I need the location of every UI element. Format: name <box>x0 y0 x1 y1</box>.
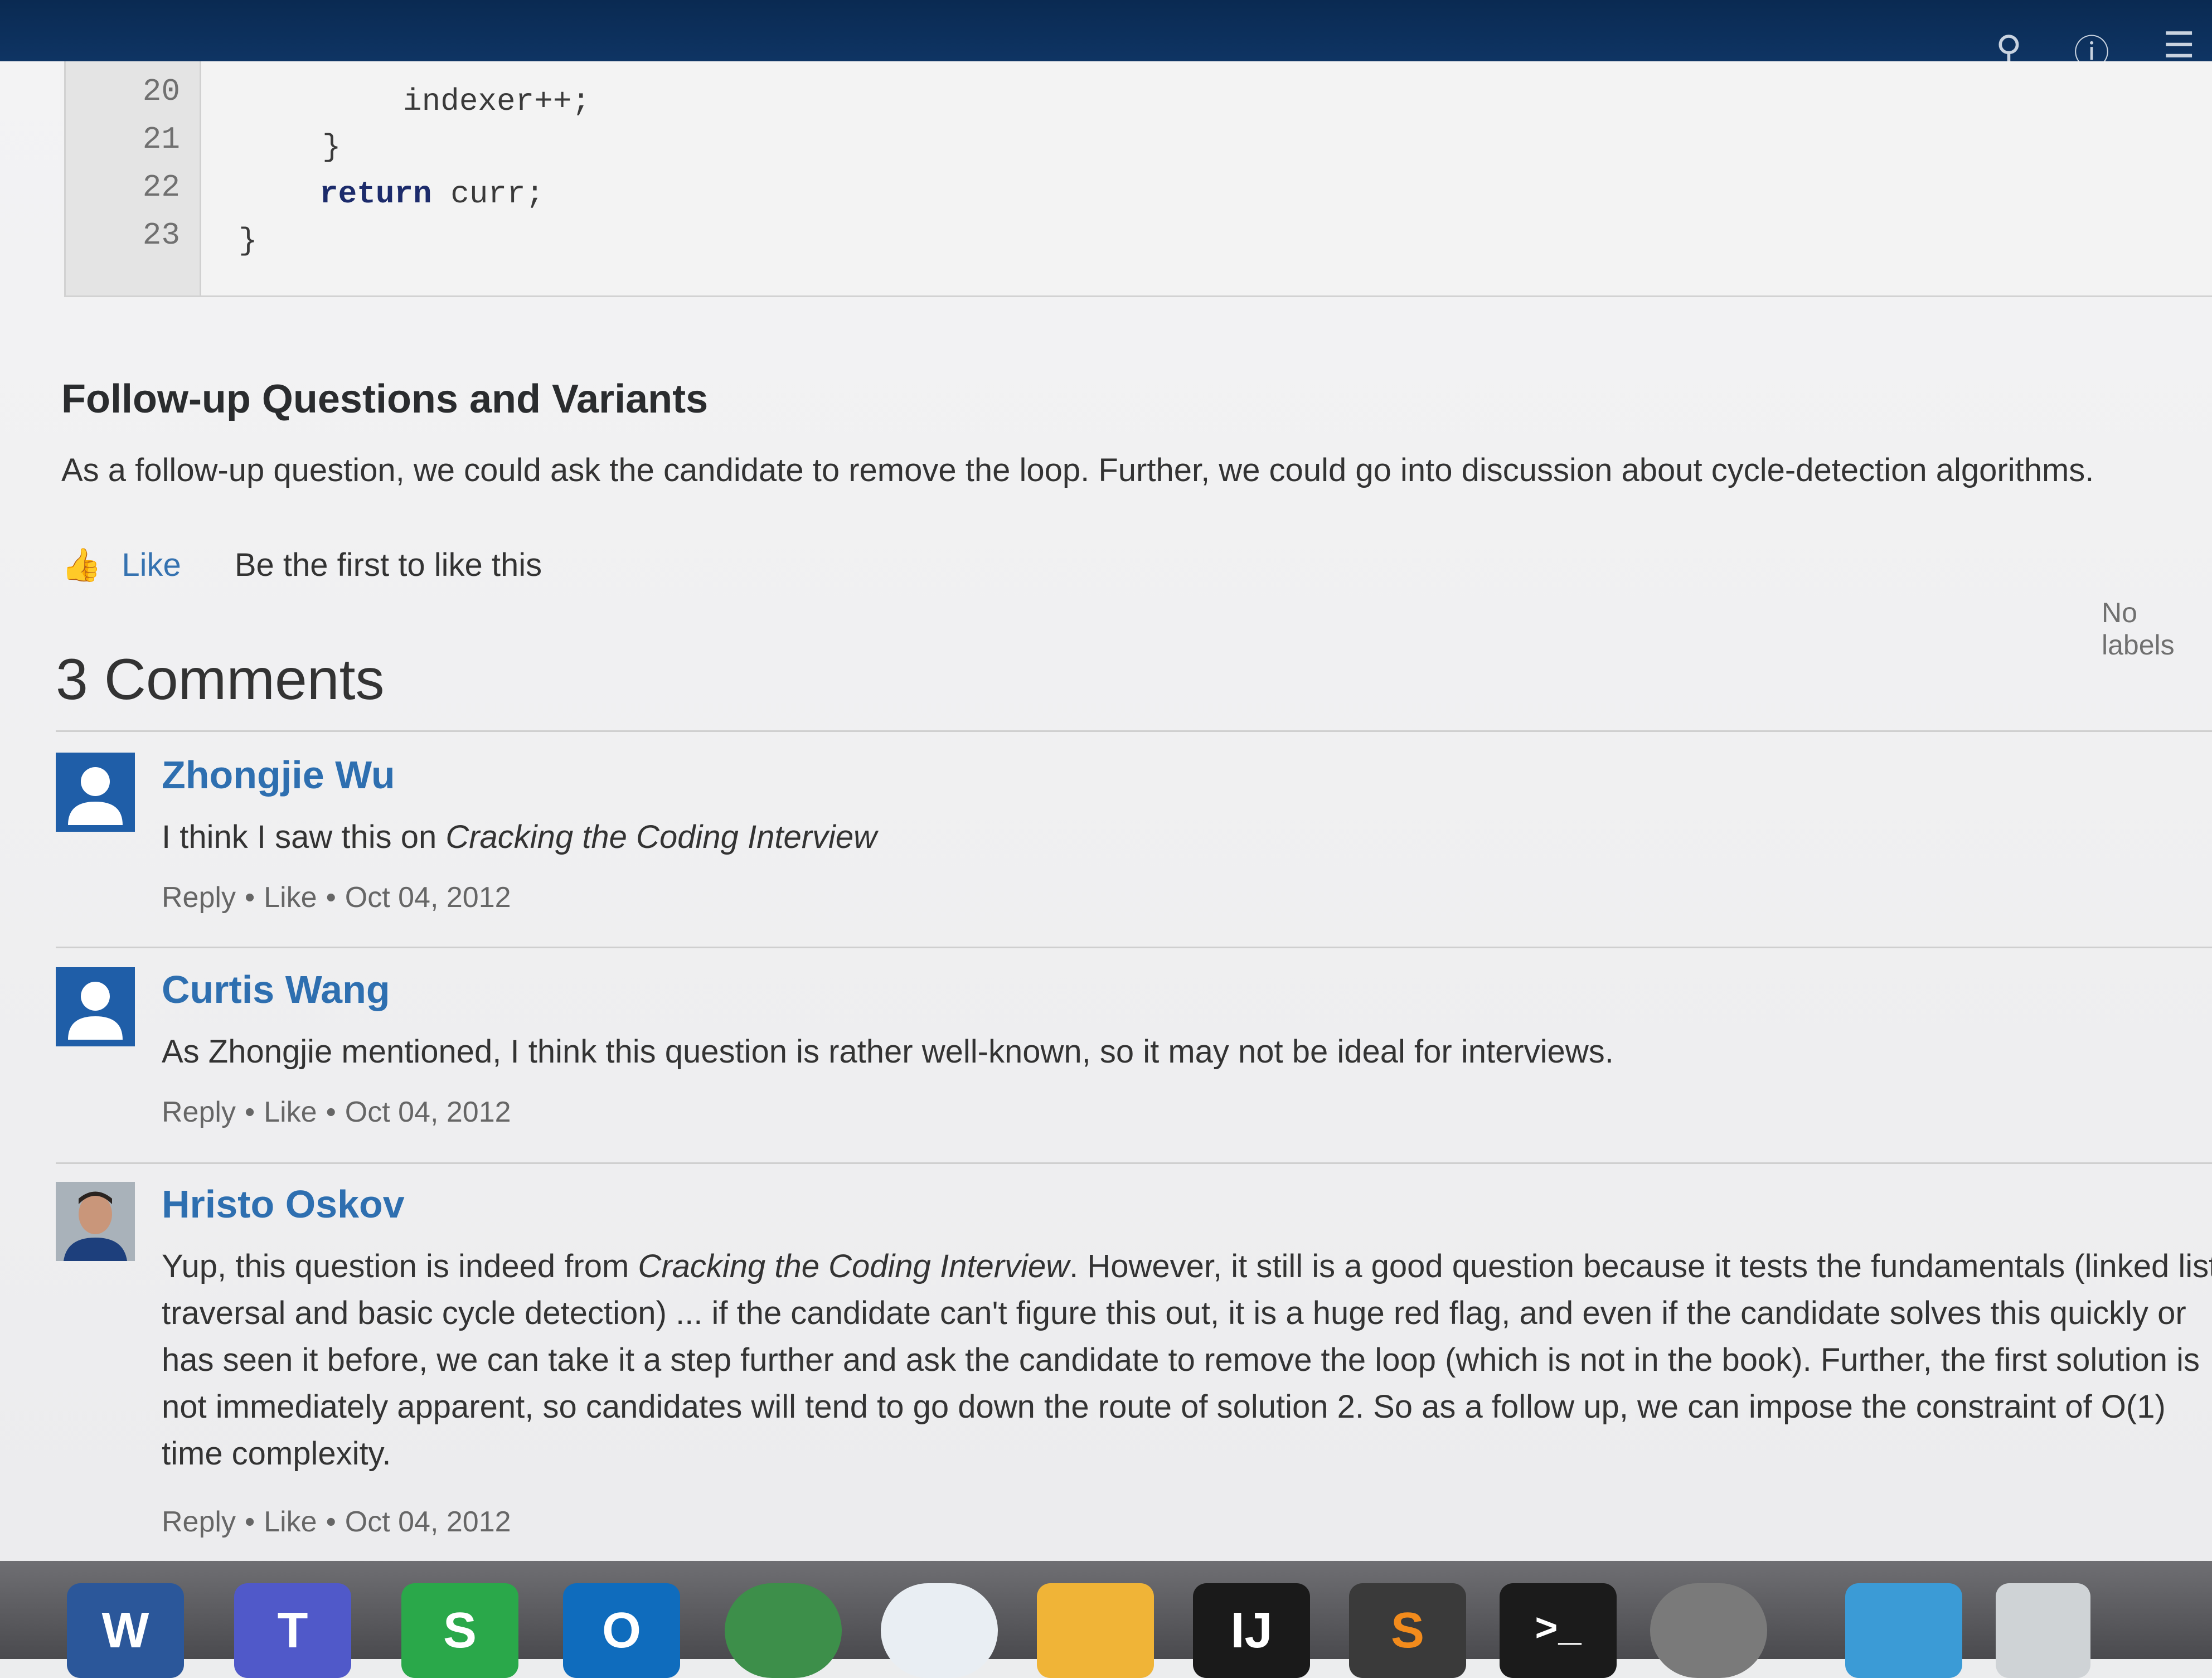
line-number: 20 <box>142 74 180 109</box>
divider <box>56 1162 2212 1164</box>
comment-item: Zhongjie Wu I think I saw this on Cracki… <box>56 753 2212 942</box>
launcher-icon[interactable] <box>1037 1583 1154 1678</box>
book-title: Cracking the Coding Interview <box>445 819 877 855</box>
page-like-link[interactable]: Like <box>122 547 181 583</box>
default-avatar-icon <box>56 967 135 1046</box>
outlook-icon[interactable]: O <box>563 1583 680 1678</box>
like-link[interactable]: Like <box>264 1506 317 1538</box>
comment-date: Oct 04, 2012 <box>345 1096 511 1128</box>
intellij-icon[interactable]: IJ <box>1193 1583 1310 1678</box>
code-line: } <box>239 223 258 259</box>
section-paragraph: As a follow-up question, we could ask th… <box>61 452 2094 488</box>
code-line: } <box>322 129 341 165</box>
comment-actions: Reply • Like • Oct 04, 2012 <box>162 1505 511 1539</box>
separator: • <box>244 1096 255 1128</box>
comment-actions: Reply • Like • Oct 04, 2012 <box>162 881 511 914</box>
comment-date: Oct 04, 2012 <box>345 1506 511 1538</box>
separator: • <box>326 1506 336 1538</box>
teams-icon[interactable]: T <box>234 1583 351 1678</box>
code-gutter: 20 21 22 23 <box>66 61 201 295</box>
airdrop-icon[interactable] <box>881 1583 998 1678</box>
sublime-icon[interactable]: S <box>1349 1583 1466 1678</box>
line-number: 22 <box>142 169 180 205</box>
divider <box>56 947 2212 948</box>
user-menu-icon[interactable]: ☰ <box>2163 25 2195 66</box>
comment-author[interactable]: Hristo Oskov <box>162 1182 405 1226</box>
skype-icon[interactable]: S <box>401 1583 518 1678</box>
comment-date: Oct 04, 2012 <box>345 881 511 914</box>
reply-link[interactable]: Reply <box>162 1506 236 1538</box>
comment-body: Yup, this question is indeed from Cracki… <box>162 1243 2212 1477</box>
labels-info: No labels <box>2102 597 2175 661</box>
avatar[interactable] <box>56 753 135 832</box>
default-avatar-icon <box>56 753 135 832</box>
separator: • <box>326 1096 336 1128</box>
comment-body: I think I saw this on Cracking the Codin… <box>162 814 2212 861</box>
like-link[interactable]: Like <box>264 1096 317 1128</box>
comments-heading: 3 Comments <box>56 647 385 712</box>
code-line-rest: curr; <box>431 176 545 212</box>
safari-icon[interactable] <box>725 1583 842 1678</box>
comment-text: As Zhongjie mentioned, I think this ques… <box>162 1034 1614 1070</box>
line-number: 23 <box>142 217 180 253</box>
like-link[interactable]: Like <box>264 881 317 914</box>
comment-body: As Zhongjie mentioned, I think this ques… <box>162 1029 2212 1075</box>
terminal-icon[interactable]: >_ <box>1500 1583 1617 1678</box>
comment-text: I think I saw this on <box>162 819 446 855</box>
thumbs-up-icon[interactable]: 👍 <box>61 547 101 583</box>
reply-link[interactable]: Reply <box>162 1096 236 1128</box>
separator: • <box>244 881 255 914</box>
separator: • <box>326 881 336 914</box>
system-preferences-icon[interactable] <box>1650 1583 1767 1678</box>
avatar[interactable] <box>56 1182 135 1261</box>
comment-actions: Reply • Like • Oct 04, 2012 <box>162 1095 511 1129</box>
code-block: 20 21 22 23 indexer++; } return curr; } <box>64 61 2212 297</box>
comment-item: Curtis Wang As Zhongjie mentioned, I thi… <box>56 967 2212 1157</box>
code-line: indexer++; <box>403 84 591 119</box>
line-number: 21 <box>142 122 180 157</box>
reply-link[interactable]: Reply <box>162 881 236 914</box>
divider <box>56 730 2212 732</box>
downloads-folder-icon[interactable] <box>1845 1583 1962 1678</box>
trash-icon[interactable] <box>1996 1583 2090 1678</box>
comment-author[interactable]: Zhongjie Wu <box>162 753 395 797</box>
macos-dock: W T S O IJ S >_ <box>0 1561 2212 1678</box>
book-title: Cracking the Coding Interview <box>638 1248 1070 1284</box>
code-keyword: return <box>319 176 432 212</box>
separator: • <box>244 1506 255 1538</box>
code-line: return curr; <box>319 176 544 212</box>
page-content: 20 21 22 23 indexer++; } return curr; } … <box>0 61 2212 1567</box>
like-hint: Be the first to like this <box>234 547 542 583</box>
page-like-row: 👍 Like Be the first to like this <box>61 546 542 584</box>
comment-author[interactable]: Curtis Wang <box>162 967 390 1012</box>
user-photo-avatar <box>56 1182 135 1261</box>
section-heading: Follow-up Questions and Variants <box>61 377 709 421</box>
avatar[interactable] <box>56 967 135 1046</box>
comment-item: Hristo Oskov Yup, this question is indee… <box>56 1182 2212 1572</box>
word-icon[interactable]: W <box>67 1583 184 1678</box>
comment-text: Yup, this question is indeed from <box>162 1248 638 1284</box>
